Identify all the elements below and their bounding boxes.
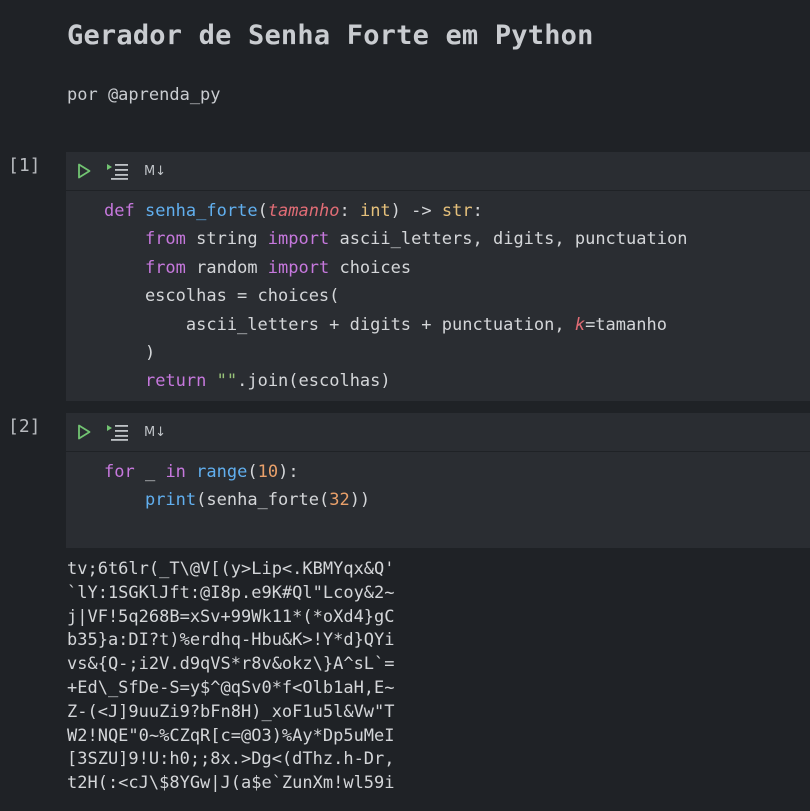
output-line: W2!NQE"0~%CZqR[c=@O3)%Ay*Dp5uMeI	[67, 725, 395, 746]
cell-output: tv;6t6lr(_T\@V[(y>Lip<.KBMYqx&Q' `lY:1SG…	[67, 558, 395, 796]
cell-toolbar: M↓	[66, 413, 810, 452]
notebook-subtitle: por @aprenda_py	[67, 85, 221, 105]
output-line: [3SZU]9!U:h0;;8x.>Dg<(dThz.h-Dr,	[67, 749, 395, 770]
code-cell-2[interactable]: M↓ for _ in range(10): print(senha_forte…	[66, 413, 810, 548]
code-line: def senha_forte(tamanho: int) -> str:	[104, 201, 483, 221]
output-line: `lY:1SGKlJft:@I8p.e9K#Ql"Lcoy&2~	[67, 582, 395, 603]
output-line: Z-(<J]9uuZi9?bFn8H)_xoF1u5l&Vw"T	[67, 701, 395, 722]
cell-toolbar: M↓	[66, 152, 810, 191]
run-above-icon[interactable]	[106, 422, 130, 442]
markdown-toggle-button[interactable]: M↓	[142, 422, 168, 442]
code-line: ascii_letters + digits + punctuation, k=…	[104, 314, 667, 335]
notebook-title: Gerador de Senha Forte em Python	[67, 20, 594, 51]
code-line: from random import choices	[144, 257, 412, 278]
markdown-toggle-button[interactable]: M↓	[142, 161, 168, 181]
code-line: escolhas = choices(	[104, 286, 340, 307]
code-line: from string import ascii_letters, digits…	[144, 229, 688, 250]
play-icon[interactable]	[76, 422, 92, 442]
execution-count-1: [1]	[8, 155, 41, 176]
run-above-icon[interactable]	[106, 161, 130, 181]
play-icon[interactable]	[76, 161, 92, 181]
output-line: t2H(:<cJ\$8YGw|J(a$e`ZunXm!wl59i	[67, 773, 395, 794]
output-line: b35}a:DI?t)%erdhq-Hbu&K>!Y*d}QYi	[67, 630, 395, 651]
execution-count-2: [2]	[8, 416, 41, 437]
code-line: print(senha_forte(32))	[144, 490, 371, 511]
output-line: vs&{Q-;i2V.d9qVS*r8v&okz\}A^sL`=	[67, 654, 395, 675]
code-cell-1[interactable]: M↓ def senha_forte(tamanho: int) -> str:…	[66, 152, 810, 401]
code-editor[interactable]: for _ in range(10): print(senha_forte(32…	[104, 458, 370, 515]
code-line: return "".join(escolhas)	[144, 371, 391, 392]
code-editor[interactable]: def senha_forte(tamanho: int) -> str: fr…	[104, 197, 687, 396]
output-line: +Ed\_SfDe-S=y$^@qSv0*f<Olb1aH,E~	[67, 677, 395, 698]
code-line: )	[104, 343, 156, 364]
output-line: tv;6t6lr(_T\@V[(y>Lip<.KBMYqx&Q'	[67, 559, 395, 579]
code-line: for _ in range(10):	[104, 462, 299, 482]
output-line: j|VF!5q268B=xSv+99Wk11*(*oXd4}gC	[67, 606, 395, 627]
